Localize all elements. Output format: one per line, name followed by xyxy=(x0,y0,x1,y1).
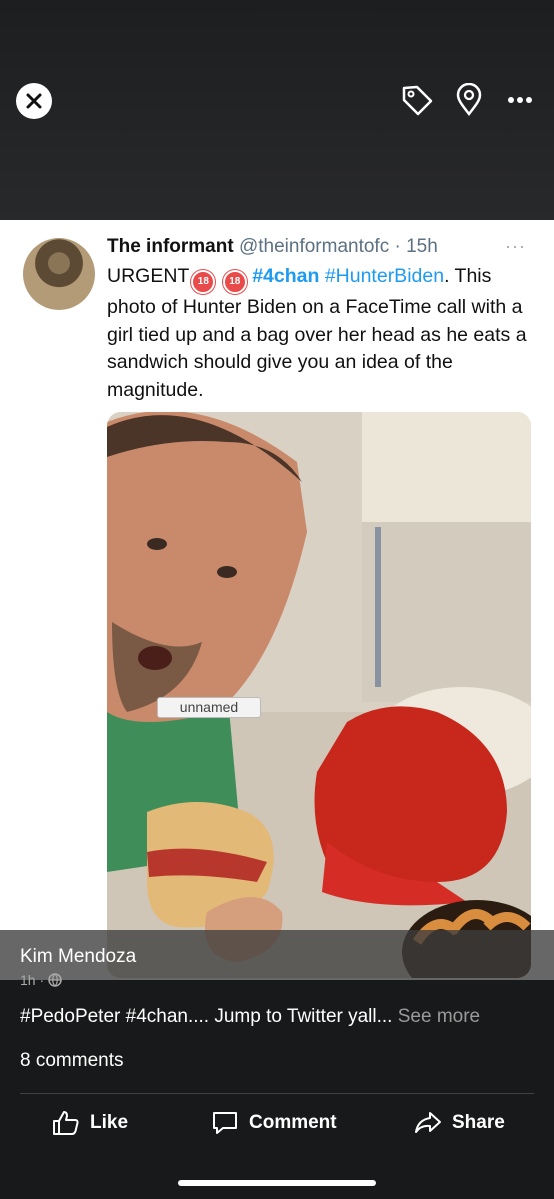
post-caption-text: #PedoPeter #4chan.... Jump to Twitter ya… xyxy=(20,1006,393,1027)
globe-icon xyxy=(48,973,62,987)
home-indicator[interactable] xyxy=(178,1180,376,1186)
location-button[interactable] xyxy=(449,80,489,120)
like-button[interactable]: Like xyxy=(52,1110,128,1136)
hashtag-4chan: #4chan xyxy=(252,265,320,287)
post-caption: #PedoPeter #4chan.... Jump to Twitter ya… xyxy=(20,1006,480,1028)
see-more-link[interactable]: See more xyxy=(398,1006,480,1027)
location-pin-icon xyxy=(456,83,482,117)
avatar xyxy=(23,238,95,310)
hashtag-hunterbiden: #HunterBiden xyxy=(324,265,445,287)
tweet-text-prefix: URGENT xyxy=(107,265,190,287)
tweet-header: The informant @theinformantofc · 15h xyxy=(107,236,438,258)
tweet-author-name: The informant xyxy=(107,236,234,257)
comments-count-link[interactable]: 8 comments xyxy=(20,1050,123,1072)
comment-button[interactable]: Comment xyxy=(211,1110,337,1136)
tweet-handle-time: @theinformantofc · 15h xyxy=(238,236,438,257)
age-restricted-icon: 18 xyxy=(222,270,247,294)
close-button[interactable] xyxy=(16,83,52,119)
tweet-more-icon: ··· xyxy=(505,236,526,256)
comment-bubble-icon xyxy=(213,1112,237,1134)
tweet-text: URGENT 18 18 #4chan #HunterBiden. This ph… xyxy=(107,263,537,404)
thumbs-up-icon xyxy=(53,1111,79,1135)
post-author-name[interactable]: Kim Mendoza xyxy=(20,946,136,968)
like-label: Like xyxy=(90,1112,129,1133)
age-restricted-icon: 18 xyxy=(191,270,216,294)
post-time: 1h · xyxy=(20,972,45,988)
comment-label: Comment xyxy=(249,1112,337,1133)
tweet-photo xyxy=(107,412,531,978)
more-options-button[interactable] xyxy=(500,80,540,120)
tag-icon xyxy=(402,85,433,116)
share-label: Share xyxy=(452,1112,505,1133)
more-icon xyxy=(508,97,532,103)
image-label: unnamed xyxy=(157,697,261,718)
share-button[interactable]: Share xyxy=(414,1110,505,1136)
close-icon xyxy=(26,93,42,109)
divider xyxy=(20,1093,534,1094)
tag-button[interactable] xyxy=(397,80,437,120)
post-meta: 1h · xyxy=(20,972,62,988)
share-arrow-icon xyxy=(415,1112,441,1133)
